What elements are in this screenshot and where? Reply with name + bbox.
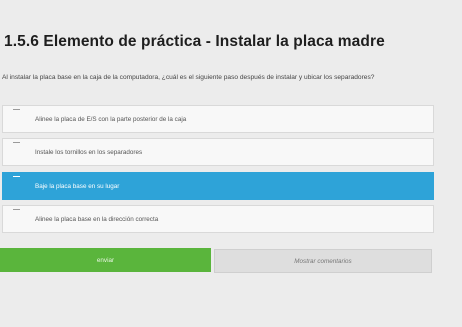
answer-option-4[interactable]: Alinee la placa base en la dirección cor… [2,205,434,233]
option-marker-icon [13,109,20,110]
practice-page: 1.5.6 Elemento de práctica - Instalar la… [0,0,462,327]
answer-option-label: Alinee la placa base en la dirección cor… [35,215,159,223]
answer-option-1[interactable]: Alinee la placa de E/S con la parte post… [2,105,434,133]
answer-option-label: Instale los tornillos en los separadores [35,148,143,156]
option-marker-icon [13,209,20,210]
answer-option-2[interactable]: Instale los tornillos en los separadores [2,138,434,166]
page-title: 1.5.6 Elemento de práctica - Instalar la… [4,33,385,50]
show-comments-button[interactable]: Mostrar comentarios [214,249,432,273]
answer-option-3[interactable]: Baje la placa base en su lugar [2,172,434,200]
submit-button[interactable]: enviar [0,248,211,272]
option-marker-icon [13,142,20,143]
answer-option-label: Baje la placa base en su lugar [35,182,120,190]
question-text: Al instalar la placa base en la caja de … [2,74,375,81]
option-marker-icon [13,176,20,177]
answer-option-label: Alinee la placa de E/S con la parte post… [35,115,187,123]
